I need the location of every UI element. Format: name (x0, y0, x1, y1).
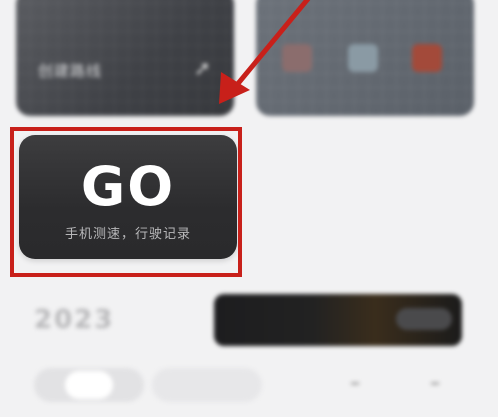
tab-2[interactable] (152, 368, 262, 402)
pointer-arrow (219, 0, 311, 104)
banner-button[interactable] (396, 308, 452, 330)
tab-3[interactable]: ━ (330, 368, 380, 402)
promo-banner[interactable] (214, 294, 462, 346)
tab-1-pill (64, 371, 114, 399)
year-text: 2023 (34, 305, 115, 335)
tab-4[interactable]: ━ (410, 368, 460, 402)
tab-1[interactable] (34, 368, 144, 402)
